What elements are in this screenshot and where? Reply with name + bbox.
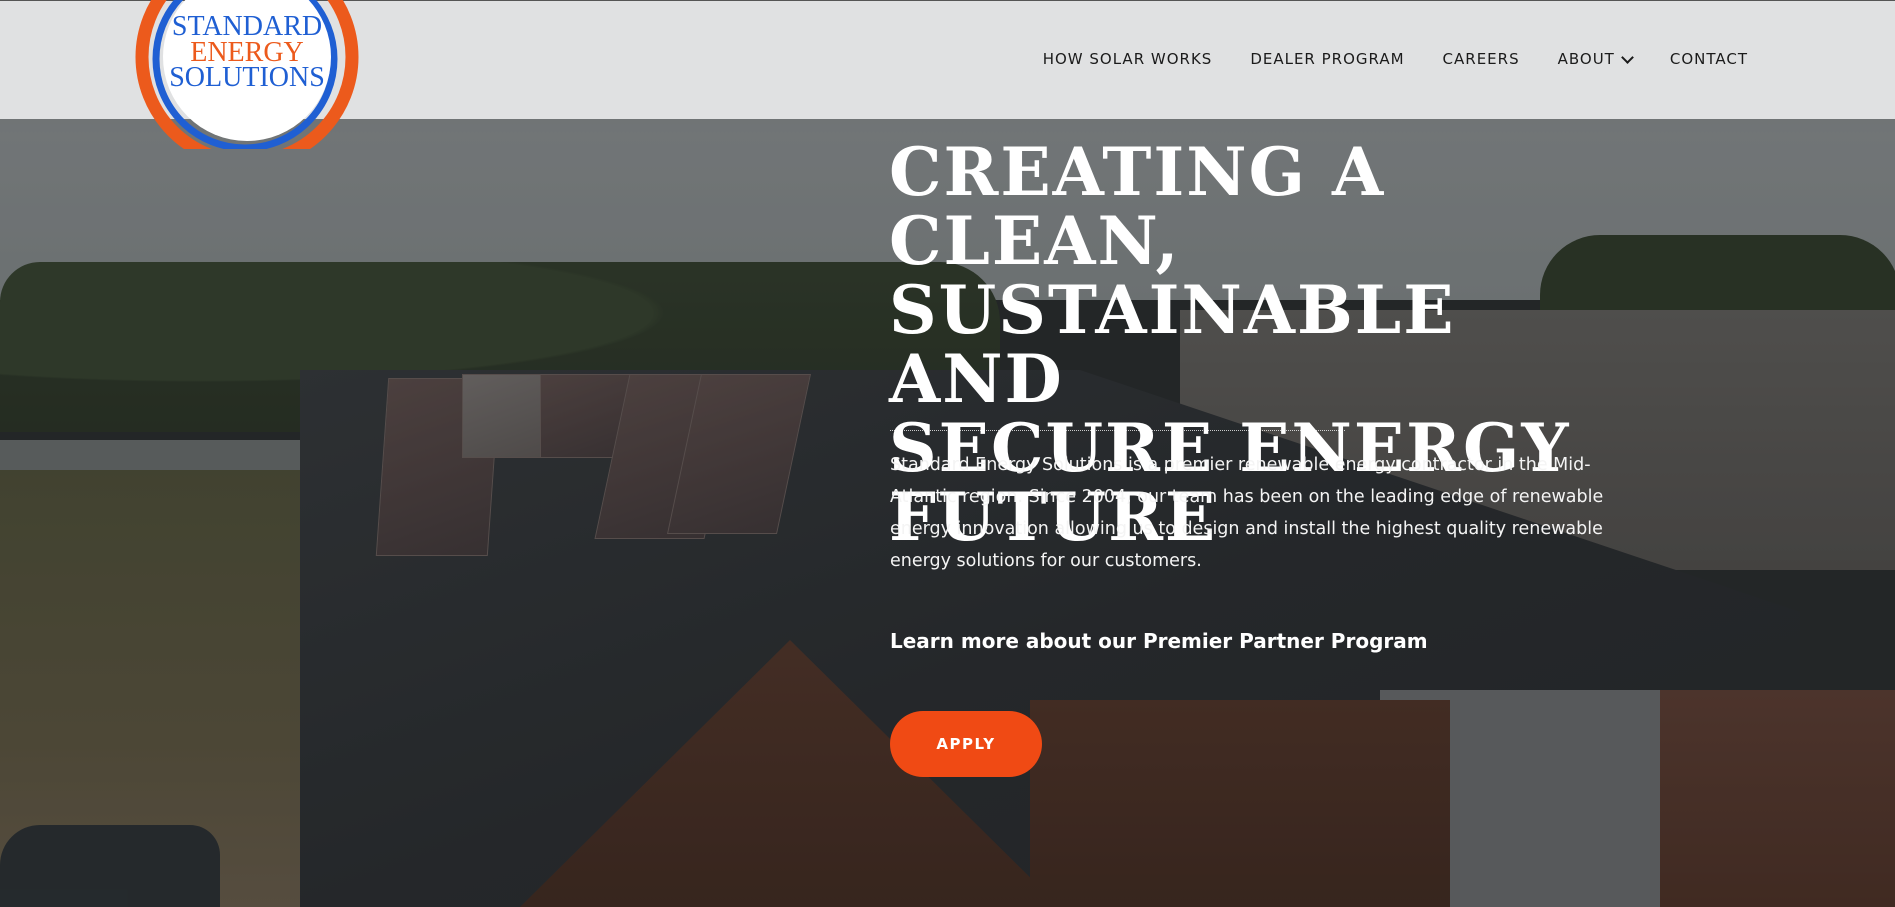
headline-line: CREATING A CLEAN,	[889, 133, 1386, 280]
nav-how-solar-works[interactable]: HOW SOLAR WORKS	[1043, 50, 1213, 68]
headline-line: SUSTAINABLE AND	[889, 271, 1456, 418]
main-nav: HOW SOLAR WORKS DEALER PROGRAM CAREERS A…	[1005, 50, 1748, 68]
nav-label: CAREERS	[1442, 50, 1520, 68]
nav-dealer-program[interactable]: DEALER PROGRAM	[1250, 50, 1404, 68]
company-logo[interactable]: STANDARD ENERGY SOLUTIONS	[133, 0, 361, 149]
premier-partner-link[interactable]: Learn more about our Premier Partner Pro…	[890, 629, 1428, 653]
logo-line-3: SOLUTIONS	[169, 62, 325, 93]
hero-intro: Standard Energy Solutions is a premier r…	[890, 455, 1604, 571]
nav-about[interactable]: ABOUT	[1557, 50, 1634, 68]
chevron-down-icon	[1620, 51, 1634, 64]
nav-label: HOW SOLAR WORKS	[1042, 50, 1213, 68]
nav-label: CONTACT	[1669, 50, 1748, 68]
nav-careers[interactable]: CAREERS	[1443, 50, 1520, 68]
apply-button[interactable]: APPLY	[890, 711, 1042, 777]
site-header: STANDARD ENERGY SOLUTIONS HOW SOLAR WORK…	[0, 0, 1895, 149]
nav-label: DEALER PROGRAM	[1250, 50, 1405, 68]
nav-label: ABOUT	[1557, 50, 1615, 68]
divider	[890, 430, 1345, 431]
nav-contact[interactable]: CONTACT	[1670, 50, 1748, 68]
